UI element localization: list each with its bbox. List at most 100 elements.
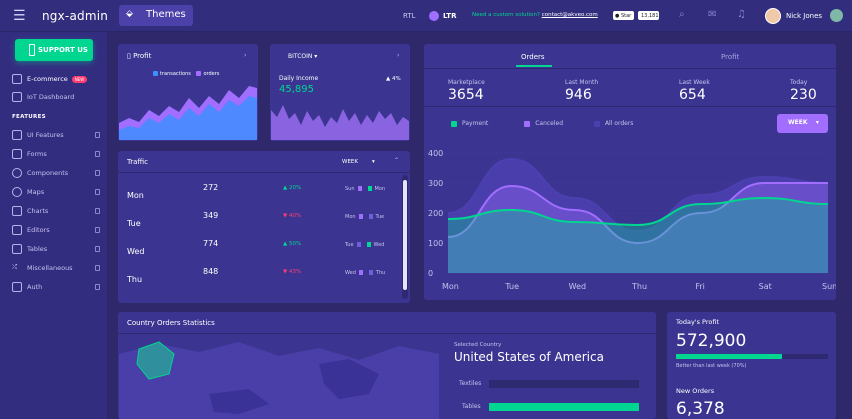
- bar-chart-icon: [12, 206, 22, 216]
- traffic-value: 349: [203, 211, 219, 220]
- bitcoin-more-icon[interactable]: ›: [397, 52, 399, 59]
- sidebar-item-editors[interactable]: Editors: [12, 225, 100, 239]
- custom-solution-label: Need a custom solution?: [472, 12, 540, 18]
- sidebar-item-label: Tables: [27, 245, 48, 253]
- traffic-day: Tue: [127, 219, 141, 228]
- bar-track-textiles: [489, 380, 639, 388]
- scrollbar-thumb[interactable]: [403, 180, 407, 290]
- x-tick-label: Mon: [442, 282, 459, 291]
- sidebar-item-tables[interactable]: Tables: [12, 244, 100, 258]
- legend-canceled: Canceled: [535, 120, 564, 127]
- shuffle-icon: ⤮: [12, 263, 18, 271]
- x-tick-label: Wed: [569, 282, 586, 291]
- stat-label: Today: [790, 79, 808, 86]
- bar-a: [358, 270, 363, 275]
- sidebar-item-label: Maps: [27, 188, 45, 196]
- traffic-day: Thu: [127, 275, 143, 284]
- user-name[interactable]: Nick Jones: [786, 12, 822, 20]
- star-label: Star: [620, 13, 632, 19]
- traffic-pct-value: 50%: [288, 241, 302, 247]
- rtl-label: RTL: [403, 12, 416, 20]
- traffic-period-select[interactable]: WEEK ▾: [342, 159, 375, 165]
- tab-profit[interactable]: Profit: [721, 53, 739, 61]
- sidebar-item-label: IoT Dashboard: [27, 93, 75, 101]
- cmp-b: Mon: [374, 186, 386, 192]
- x-tick-label: Fri: [695, 282, 705, 291]
- email-icon[interactable]: ✉: [708, 9, 716, 20]
- profit-legend: transactions orders: [153, 71, 219, 77]
- profit-bar-chart: [119, 86, 257, 140]
- legend-payment: Payment: [462, 120, 489, 127]
- tab-orders-label: Orders: [521, 53, 545, 61]
- sidebar-item-misc[interactable]: ⤮ Miscellaneous: [12, 263, 100, 277]
- sidebar-item-ecommerce[interactable]: E-commerce NEW: [12, 74, 88, 88]
- traffic-collapse-icon[interactable]: ⌃: [394, 157, 399, 164]
- support-us-button[interactable]: SUPPORT US: [15, 39, 93, 61]
- traffic-day: Wed: [127, 247, 145, 256]
- daily-income-label: Daily Income: [279, 75, 319, 82]
- x-tick-label: Tue: [504, 282, 519, 291]
- brand-logo[interactable]: ngx-admin: [42, 9, 108, 23]
- bar-b: [367, 186, 372, 191]
- daily-income-value: 45,895: [279, 84, 314, 95]
- bitcoin-select[interactable]: BITCOIN ▾: [288, 53, 317, 60]
- profit-title: Profit: [133, 52, 152, 60]
- bar-b: [366, 242, 371, 247]
- x-tick-label: Sat: [759, 282, 772, 291]
- profit-more-icon[interactable]: ›: [244, 52, 246, 59]
- contact-link[interactable]: contact@akveo.com: [542, 12, 598, 18]
- world-map[interactable]: [119, 334, 439, 419]
- menu-icon[interactable]: ☰: [13, 8, 26, 24]
- direction-toggle[interactable]: [429, 11, 439, 21]
- stat-value: 946: [565, 87, 592, 103]
- ltr-label: LTR: [443, 12, 457, 20]
- orders-swatch: [196, 71, 202, 76]
- transactions-swatch: [153, 71, 158, 76]
- orders-period-button[interactable]: WEEK ▾: [777, 114, 828, 133]
- selected-country-value: United States of America: [454, 350, 604, 364]
- new-orders-title: New Orders: [676, 387, 715, 395]
- cmp-a: Wed: [345, 270, 356, 276]
- star-count[interactable]: 13,181: [638, 11, 659, 20]
- canceled-swatch: [524, 120, 531, 127]
- settings-avatar[interactable]: [830, 9, 843, 22]
- search-icon[interactable]: ⌕: [679, 9, 685, 20]
- bitcoin-change-value: 4%: [391, 76, 401, 82]
- phone-icon: [29, 44, 35, 56]
- sidebar-item-label: Forms: [27, 150, 47, 158]
- cmp-b: Wed: [373, 242, 385, 248]
- cmp-b: Tue: [375, 214, 385, 220]
- chevron-icon: [95, 227, 100, 233]
- country-title: Country Orders Statistics: [127, 319, 215, 327]
- sidebar-item-forms[interactable]: Forms: [12, 149, 100, 163]
- sidebar-item-components[interactable]: Components: [12, 168, 100, 182]
- chevron-icon: [95, 284, 100, 290]
- sidebar-item-auth[interactable]: Auth: [12, 282, 100, 296]
- github-star-button[interactable]: ● Star: [613, 11, 634, 20]
- bitcoin-area-chart: [271, 105, 409, 140]
- droplet-icon: ⬙: [126, 9, 133, 19]
- today-profit-title: Today's Profit: [676, 318, 719, 326]
- tab-orders[interactable]: Orders: [521, 53, 545, 61]
- sidebar-item-iot[interactable]: IoT Dashboard: [12, 92, 74, 106]
- traffic-pct: ▼ 40%: [283, 213, 302, 219]
- x-tick-label: Thu: [631, 282, 647, 291]
- sidebar-item-label: Charts: [27, 207, 49, 215]
- features-heading: FEATURES: [12, 114, 46, 120]
- sidebar-item-ui-features[interactable]: UI Features: [12, 130, 100, 144]
- legend-orders: orders: [203, 71, 220, 77]
- chevron-down-icon: ▾: [372, 159, 375, 165]
- bar-b: [368, 270, 373, 275]
- sidebar-item-label: Auth: [27, 283, 43, 291]
- traffic-value: 272: [203, 183, 219, 192]
- sidebar-item-charts[interactable]: Charts: [12, 206, 100, 220]
- shopping-cart-icon: [12, 74, 22, 84]
- bar-a: [357, 186, 362, 191]
- sidebar-item-maps[interactable]: Maps: [12, 187, 100, 201]
- x-tick-label: Sun: [822, 282, 836, 291]
- bitcoin-area: [271, 105, 409, 140]
- bell-icon[interactable]: ♫: [737, 9, 746, 20]
- cmp-b: Thu: [375, 270, 386, 276]
- orders-period-label: WEEK: [788, 119, 808, 126]
- avatar[interactable]: [765, 8, 781, 24]
